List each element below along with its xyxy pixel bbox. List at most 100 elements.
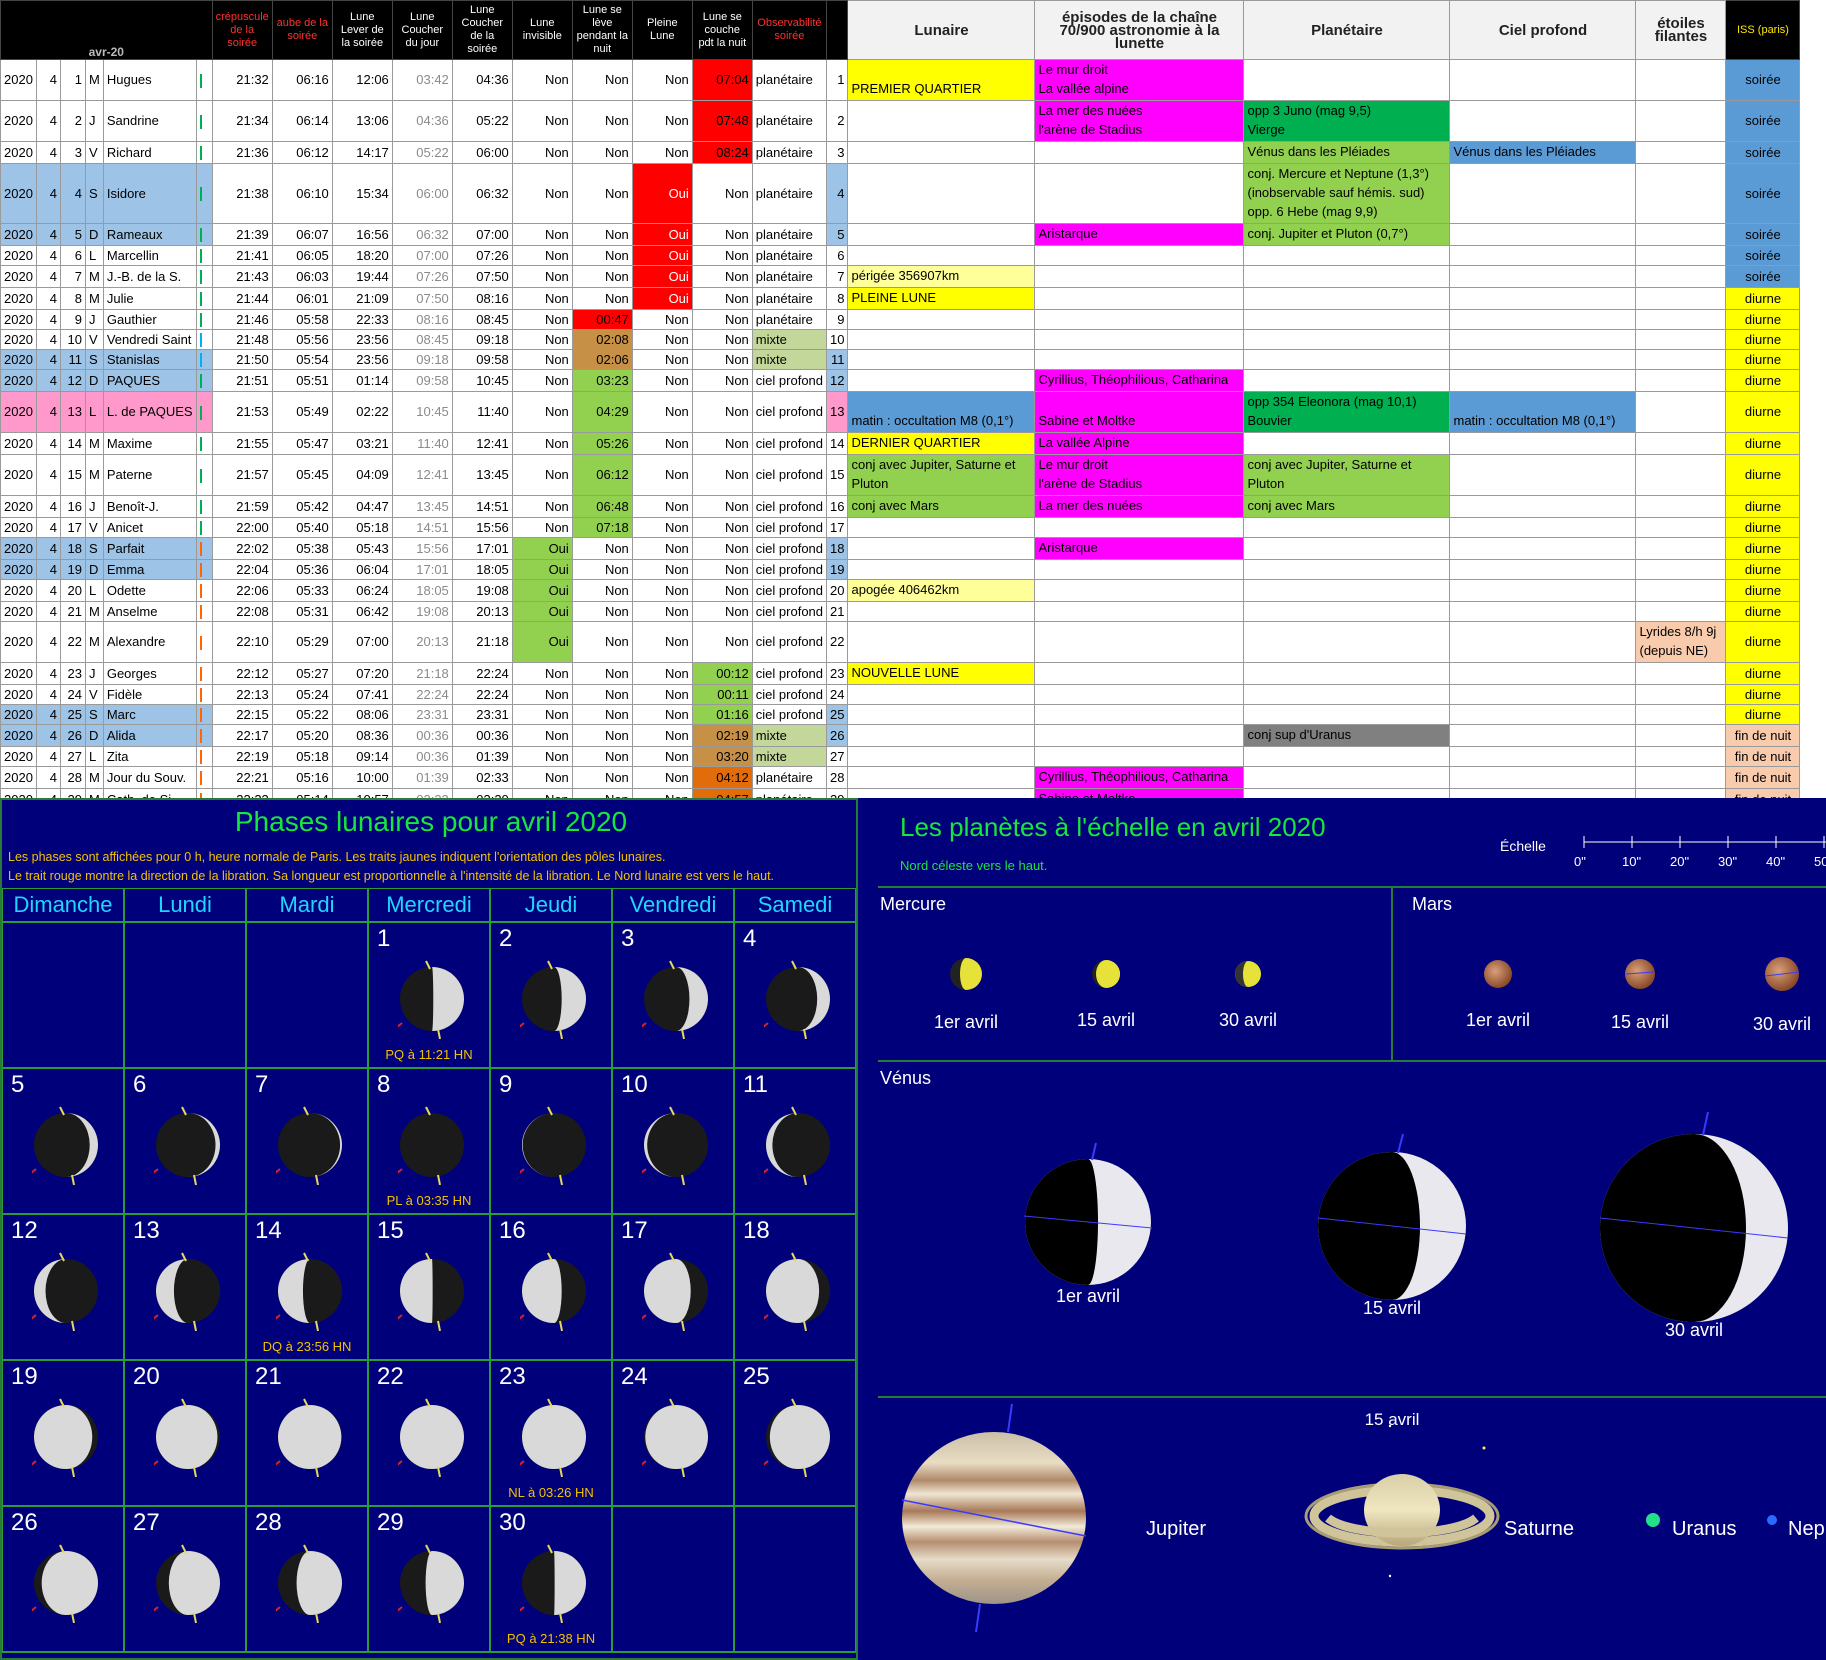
moon-phase-icon (520, 1252, 586, 1331)
cell-iss: diurne (1725, 704, 1801, 725)
cell-pleine: Non (631, 495, 693, 518)
cell-year: 2020 (0, 223, 37, 246)
cell-aube: 05:16 (271, 766, 333, 789)
cell-leve: Non (571, 265, 633, 288)
cell-couche-pdt: Non (691, 287, 753, 310)
episode-line: La vallée Alpine (1038, 435, 1130, 450)
cell-observabilite: ciel profond (751, 559, 828, 580)
cell-month: 4 (36, 245, 61, 266)
cell-episodes (1034, 141, 1245, 164)
cell-iss: fin de nuit (1725, 766, 1801, 789)
day-number: 21 (255, 1363, 282, 1390)
table-row: 2020 4 18 S Parfait 22:02 05:38 05:43 15:56 17:01… (0, 537, 1801, 560)
cell-leve: Non (571, 684, 633, 705)
cell-ciel-profond (1449, 163, 1637, 224)
cell-name: Gauthier (102, 309, 197, 330)
day-header-3: Mercredi (369, 889, 491, 923)
cell-couche-pdt: Non (691, 163, 753, 224)
cell-observabilite: ciel profond (751, 579, 828, 602)
cell-episodes (1034, 265, 1245, 288)
cell-num: 3 (826, 141, 849, 164)
table-row: 2020 4 4 S Isidore 21:38 06:10 15:34 06:00 06:32 N… (0, 163, 1801, 224)
cell-couche-pdt: 08:24 (691, 141, 753, 164)
cell-lunaire (847, 537, 1036, 560)
tick-mark (199, 187, 202, 202)
day-number: 15 (377, 1217, 404, 1244)
episode-line: l'arène de Stadius (1038, 122, 1143, 137)
tick-mark (199, 468, 202, 483)
cell-dow: J (85, 495, 104, 518)
tick-mark (199, 270, 202, 285)
col-etoiles-filantes: étoiles filantes (1635, 0, 1727, 60)
cell-coucher: 11:40 (451, 391, 513, 433)
day-number: 1 (377, 925, 391, 952)
saturne-label: Saturne (1504, 1518, 1575, 1540)
moon-phase-icon (398, 1252, 464, 1331)
moon-phase-icon (32, 1544, 98, 1623)
cell-leve: Non (571, 100, 633, 142)
planetaire-line: conj avec Jupiter, Saturne et (1247, 457, 1412, 472)
cell-leve: Non (571, 662, 633, 685)
cell-leve: 07:18 (571, 517, 633, 538)
cell-ciel-profond (1449, 662, 1637, 685)
cell-episodes: Cyrillius, Théophilious, Catharina (1034, 766, 1245, 789)
cell-crepuscule: 22:15 (211, 704, 273, 725)
cell-crepuscule: 21:34 (211, 100, 273, 142)
table-row: 2020 4 27 L Zita 22:19 05:18 09:14 00:36 01:39 Non… (0, 746, 1801, 767)
cell-coucher-jour: 23:31 (391, 704, 453, 725)
cell-ciel-profond (1449, 309, 1637, 330)
moon-phase-icon (764, 1252, 830, 1331)
cell-dow: M (85, 454, 104, 496)
day-header-1: Lundi (125, 889, 247, 923)
calendar-cell: 23 NL à 03:26 HN (491, 1361, 613, 1507)
calendar-grid: Dimanche Lundi Mardi Mercredi Jeudi Vendredi S… (2, 888, 856, 1653)
cell-lunaire (847, 329, 1036, 350)
cell-num: 5 (826, 223, 849, 246)
cell-coucher: 04:36 (451, 59, 513, 101)
cell-pleine: Non (631, 59, 693, 101)
cell-coucher: 08:16 (451, 287, 513, 310)
cell-month: 4 (36, 141, 61, 164)
cell-ciel-profond (1449, 704, 1637, 725)
cell-coucher-jour: 02:33 (391, 788, 453, 798)
cell-year: 2020 (0, 495, 37, 518)
cell-dow: L (85, 391, 104, 433)
cell-coucher: 00:36 (451, 724, 513, 747)
cell-tick (195, 59, 213, 101)
cell-couche-pdt: Non (691, 223, 753, 246)
cell-year: 2020 (0, 454, 37, 496)
cell-dow: D (85, 724, 104, 747)
cell-couche-pdt: Non (691, 454, 753, 496)
cell-name: Emma (102, 559, 197, 580)
cell-invisible: Non (511, 766, 573, 789)
moon-phase-icon (398, 1398, 464, 1477)
cell-coucher-jour: 19:08 (391, 601, 453, 622)
cell-observabilite: ciel profond (751, 601, 828, 622)
tick-mark (199, 405, 202, 420)
cell-lever: 23:56 (331, 329, 393, 350)
etoiles-line: Lyrides 8/h 9j (1639, 624, 1717, 639)
cell-dow: M (85, 287, 104, 310)
cell-episodes: Aristarque (1034, 537, 1245, 560)
moon-phase-icon (764, 1398, 830, 1477)
moon-phase-icon (764, 960, 830, 1039)
cell-crepuscule: 21:48 (211, 329, 273, 350)
cell-etoiles (1635, 684, 1727, 705)
cell-lever: 02:22 (331, 391, 393, 433)
cell-iss: diurne (1725, 559, 1801, 580)
calendar-cell: 3 (613, 923, 735, 1069)
cell-month: 4 (36, 559, 61, 580)
cell-lever: 22:33 (331, 309, 393, 330)
cell-iss: diurne (1725, 662, 1801, 685)
cell-tick (195, 766, 213, 789)
cell-couche-pdt: Non (691, 495, 753, 518)
month-header: avr-20 (0, 0, 213, 60)
planet-date-label: 15 avril (1362, 1298, 1422, 1318)
cell-tick (195, 287, 213, 310)
cell-episodes (1034, 684, 1245, 705)
cell-pleine: Non (631, 369, 693, 392)
cell-lever: 08:36 (331, 724, 393, 747)
cell-etoiles (1635, 287, 1727, 310)
phase-event: PL à 03:35 HN (386, 1193, 472, 1208)
moon-phase-icon (276, 1398, 342, 1477)
